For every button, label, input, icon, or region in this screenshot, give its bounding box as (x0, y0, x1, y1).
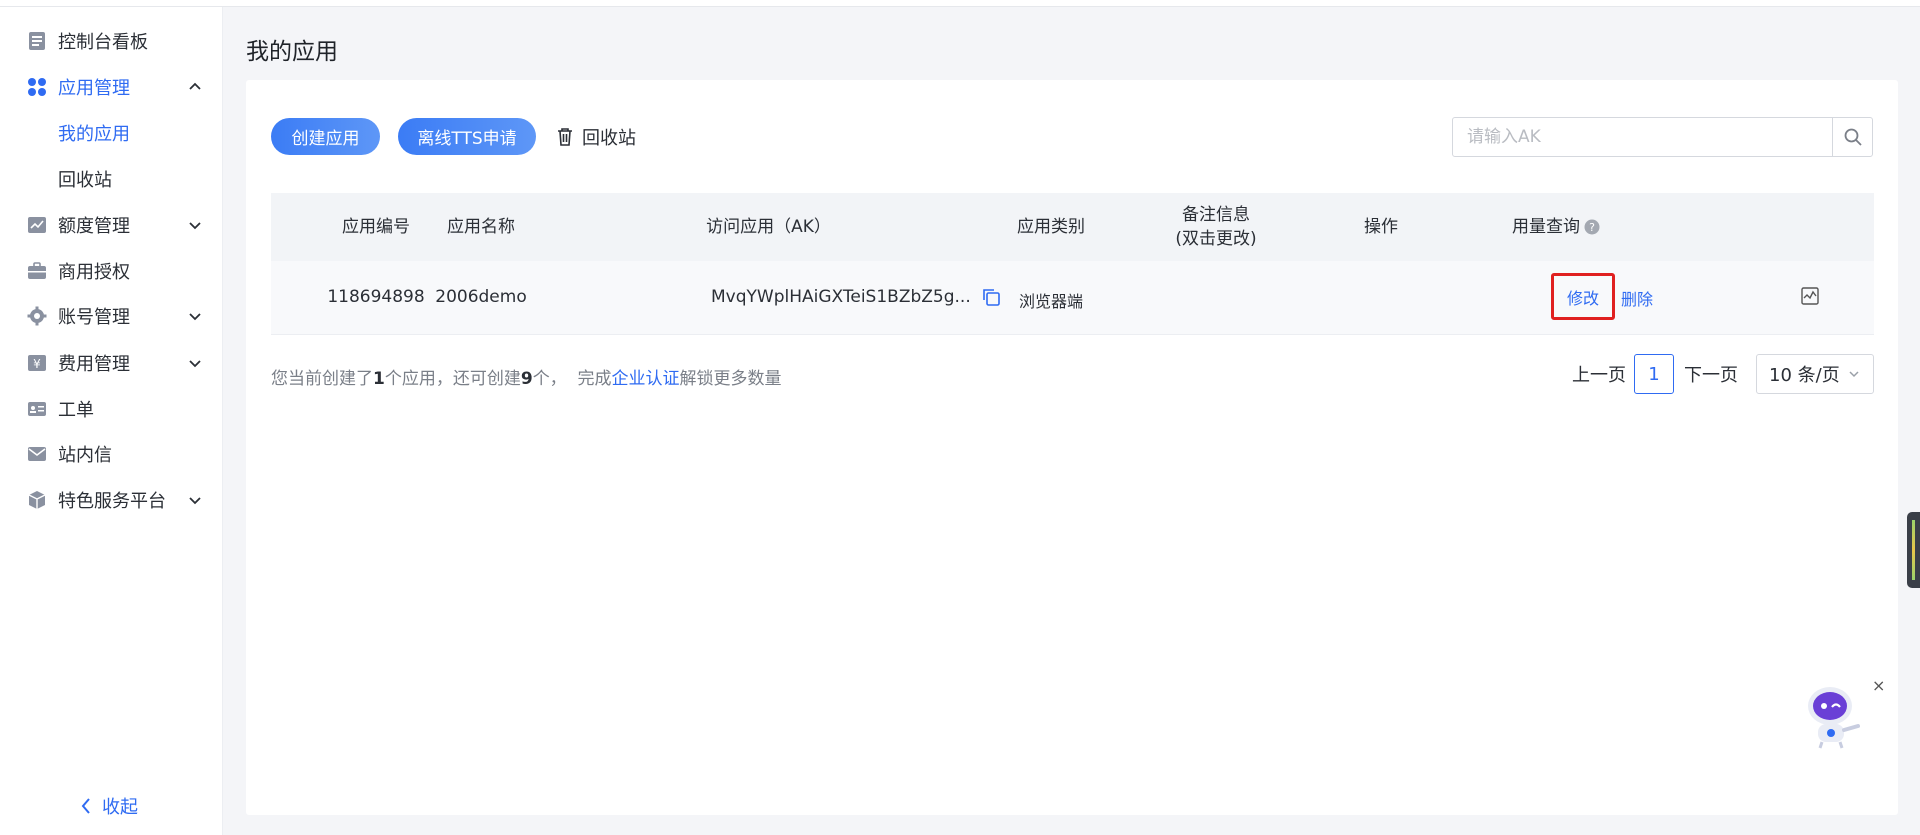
cell-app-name: 2006demo (435, 287, 527, 307)
prev-page-button[interactable]: 上一页 (1572, 354, 1626, 394)
sidebar-item-label: 特色服务平台 (58, 491, 166, 512)
info-text-prefix: 您当前创建了 (271, 369, 373, 389)
cube-icon (26, 489, 48, 511)
remaining-count: 9 (520, 369, 533, 389)
sidebar-item-app-management[interactable]: 应用管理 (0, 65, 223, 109)
help-icon[interactable]: ? (1584, 219, 1600, 235)
svg-text:?: ? (1589, 221, 1595, 234)
apps-grid-icon (26, 76, 48, 98)
header-remark: 备注信息 (1182, 205, 1250, 225)
sidebar-item-label: 控制台看板 (58, 32, 148, 53)
chevron-down-icon (189, 313, 201, 321)
id-card-icon (26, 398, 48, 420)
sidebar-item-featured-services[interactable]: 特色服务平台 (0, 478, 223, 522)
chevron-up-icon (189, 82, 201, 90)
sidebar-item-label: 商用授权 (58, 262, 130, 283)
create-app-button[interactable]: 创建应用 (271, 118, 380, 155)
briefcase-icon (26, 260, 48, 282)
chevron-left-icon (81, 798, 90, 814)
ak-search-input[interactable] (1453, 118, 1832, 156)
next-page-button[interactable]: 下一页 (1684, 354, 1738, 394)
assistant-robot-icon[interactable] (1800, 680, 1868, 750)
side-panel-handle[interactable] (1907, 512, 1920, 588)
info-text-mid: 个应用，还可创建 (384, 369, 521, 389)
sidebar-item-ticket[interactable]: 工单 (0, 387, 223, 431)
ak-value: MvqYWplHAiGXTeiS1BZbZ5g... (711, 287, 971, 307)
close-icon[interactable]: × (1872, 676, 1885, 695)
chevron-down-icon (189, 497, 201, 505)
sidebar-item-label: 应用管理 (58, 78, 130, 99)
delete-app-button[interactable]: 删除 (1621, 261, 1653, 335)
sidebar-item-label: 站内信 (58, 445, 112, 466)
offline-tts-apply-button[interactable]: 离线TTS申请 (398, 118, 536, 155)
trash-icon (558, 128, 572, 146)
sidebar-item-label: 我的应用 (58, 124, 130, 145)
sidebar-item-messages[interactable]: 站内信 (0, 432, 223, 476)
sidebar-item-recycle-bin[interactable]: 回收站 (0, 157, 223, 201)
header-app-id: 应用编号 (342, 217, 410, 237)
header-category: 应用类别 (1017, 217, 1085, 237)
top-bar (0, 0, 1920, 7)
table-header: 应用编号 应用名称 访问应用（AK） 应用类别 备注信息 (双击更改) 操作 用… (271, 193, 1874, 261)
enterprise-verify-link[interactable]: 企业认证 (612, 369, 680, 389)
mail-icon (26, 443, 48, 465)
apps-table: 应用编号 应用名称 访问应用（AK） 应用类别 备注信息 (双击更改) 操作 用… (271, 193, 1874, 335)
cell-category: 浏览器端 (1018, 292, 1083, 311)
info-text-suffix: 个， 完成 (532, 369, 612, 389)
sidebar-item-label: 回收站 (58, 170, 112, 191)
header-actions: 操作 (1364, 217, 1398, 237)
chart-icon (26, 214, 48, 236)
sidebar-item-billing[interactable]: ¥ 费用管理 (0, 341, 223, 385)
yen-icon: ¥ (26, 352, 48, 374)
header-ak: 访问应用（AK） (706, 217, 831, 237)
page-title: 我的应用 (246, 39, 338, 65)
info-text-end: 解锁更多数量 (679, 369, 782, 389)
sidebar-item-account[interactable]: 账号管理 (0, 294, 223, 338)
app-quota-info: 您当前创建了1个应用，还可创建9个， 完成企业认证解锁更多数量 (271, 364, 782, 389)
header-remark-hint: (双击更改) (1175, 229, 1257, 249)
collapse-label: 收起 (102, 797, 138, 818)
edit-app-button[interactable]: 修改 (1551, 273, 1615, 320)
sidebar-item-label: 费用管理 (58, 354, 130, 375)
document-icon (26, 30, 48, 52)
cell-ak: MvqYWplHAiGXTeiS1BZbZ5g... (711, 287, 1011, 307)
sidebar-item-label: 账号管理 (58, 307, 130, 328)
chevron-down-icon (189, 222, 201, 230)
chevron-down-icon (189, 360, 201, 368)
sidebar-item-label: 工单 (58, 400, 94, 421)
search-button[interactable] (1832, 118, 1872, 156)
sidebar-item-commercial-license[interactable]: 商用授权 (0, 249, 223, 293)
created-count: 1 (373, 369, 385, 389)
search-box (1452, 117, 1873, 157)
sidebar-item-dashboard[interactable]: 控制台看板 (0, 19, 223, 63)
header-usage-label: 用量查询 (1512, 217, 1580, 237)
sidebar-item-quota[interactable]: 额度管理 (0, 203, 223, 247)
table-row: 118694898 2006demo MvqYWplHAiGXTeiS1BZbZ… (271, 261, 1874, 335)
recycle-bin-label: 回收站 (582, 128, 636, 149)
recycle-bin-button[interactable]: 回收站 (556, 120, 636, 154)
cell-app-id: 118694898 (327, 287, 425, 307)
chevron-down-icon (1849, 371, 1859, 378)
search-icon (1844, 128, 1862, 146)
header-usage: 用量查询 ? (1481, 216, 1631, 238)
usage-chart-icon[interactable] (1801, 287, 1819, 305)
sidebar-item-my-apps[interactable]: 我的应用 (0, 111, 223, 155)
svg-text:¥: ¥ (33, 357, 41, 371)
current-page-button[interactable]: 1 (1634, 354, 1674, 394)
header-app-name: 应用名称 (447, 217, 515, 237)
collapse-sidebar-button[interactable]: 收起 (80, 793, 138, 819)
sidebar: 控制台看板 应用管理 我的应用 回收站 额度管理 商用授权 账号管理 ¥ 费用管… (0, 7, 223, 835)
sidebar-item-label: 额度管理 (58, 216, 130, 237)
gear-icon (26, 305, 48, 327)
apps-card: 创建应用 离线TTS申请 回收站 应用编号 应用名称 访问应用（AK） 应用类别… (246, 80, 1898, 815)
page-size-value: 10 条/页 (1769, 365, 1840, 386)
page-size-select[interactable]: 10 条/页 (1756, 354, 1874, 394)
